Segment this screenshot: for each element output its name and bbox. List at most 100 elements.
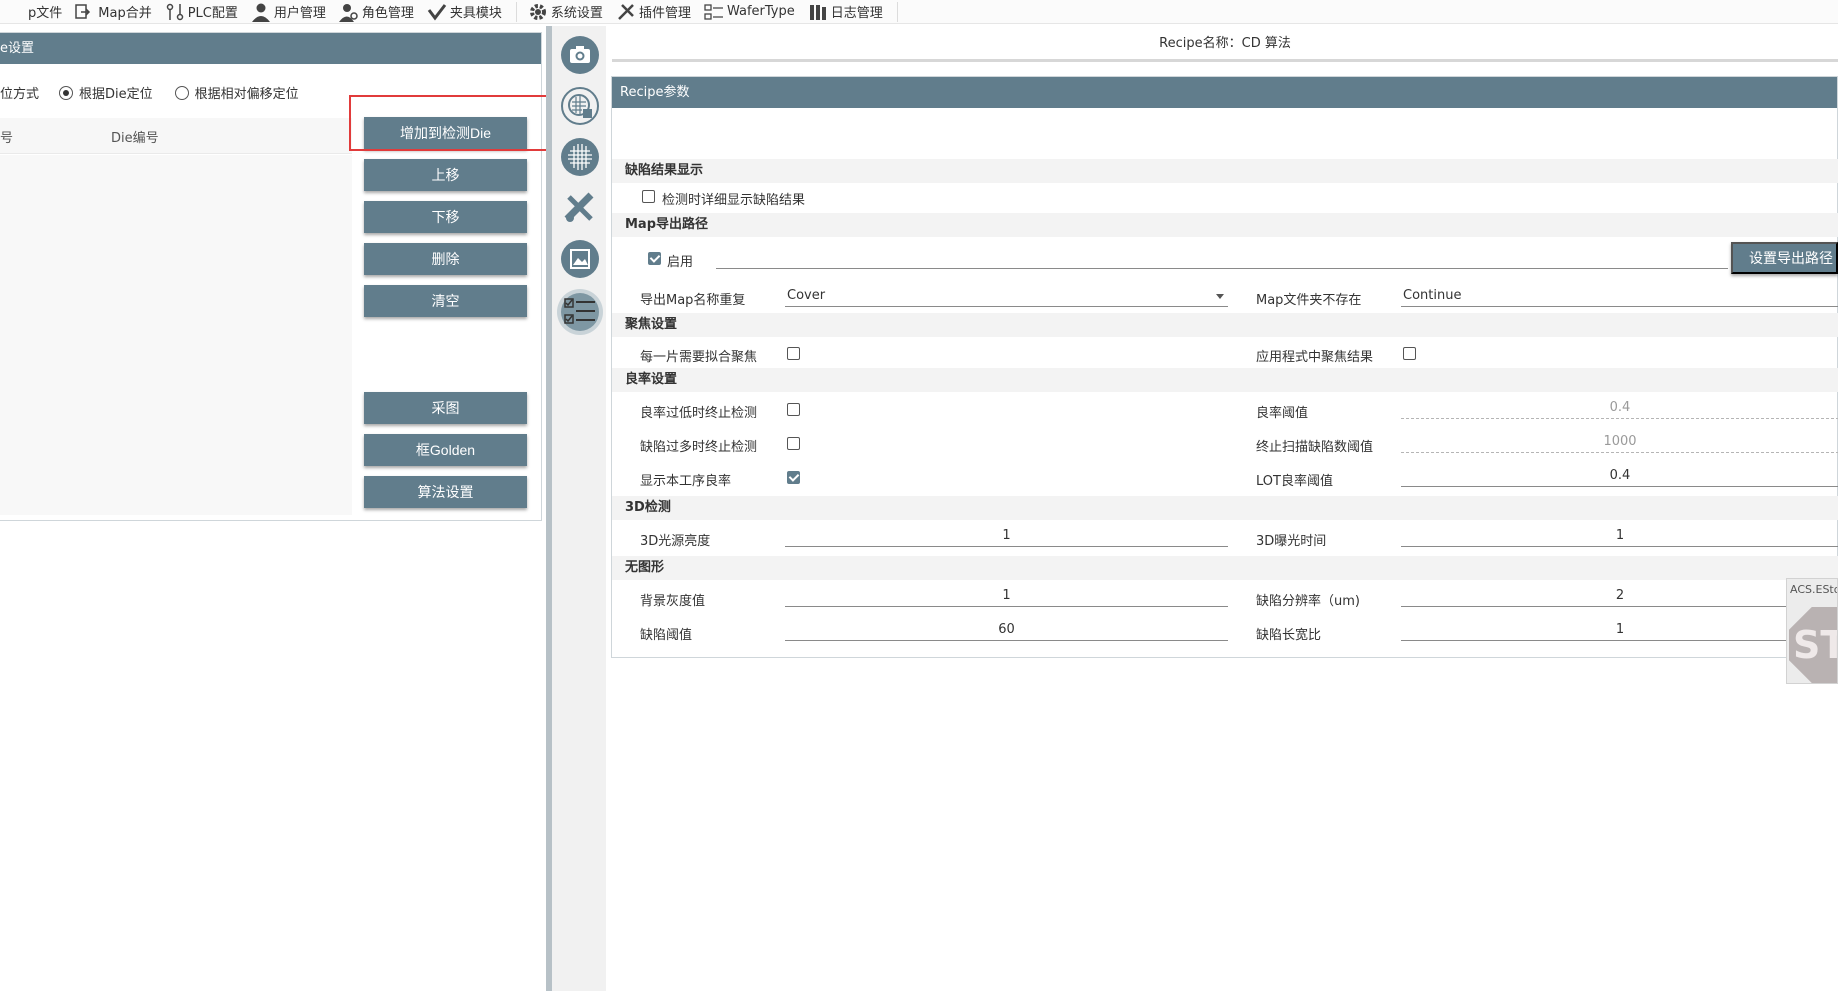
yield-threshold-label: 良率阈值 xyxy=(1256,406,1309,421)
toolbar-system-settings[interactable]: 系统设置 xyxy=(523,0,611,23)
focus-each-wafer-checkbox[interactable] xyxy=(787,347,800,360)
map-folder-missing-label: Map文件夹不存在 xyxy=(1256,293,1362,308)
enable-export-label: 启用 xyxy=(667,255,694,270)
lot-yield-threshold-field[interactable]: 0.4 xyxy=(1401,465,1838,487)
background-gray-field[interactable]: 1 xyxy=(785,585,1228,607)
wafer-type-icon xyxy=(703,1,725,23)
tools-icon[interactable] xyxy=(561,189,599,227)
exposure-time-field[interactable]: 1 xyxy=(1401,525,1838,547)
main-toolbar: p文件 Map合并 PLC配置 用户管理 角色管理 夹具模块 系统设置 插件管理… xyxy=(0,0,1838,24)
low-yield-stop-label: 良率过低时终止检测 xyxy=(640,406,758,421)
fixture-icon xyxy=(426,1,448,23)
toolbar-map-merge[interactable]: Map合并 xyxy=(70,0,159,23)
set-export-path-button[interactable]: 设置导出路径 xyxy=(1731,242,1838,274)
defect-threshold-field[interactable]: 60 xyxy=(785,619,1228,641)
map-name-duplicate-label: 导出Map名称重复 xyxy=(640,293,746,308)
show-yield-label: 显示本工序良率 xyxy=(640,474,732,489)
stop-sign-icon[interactable]: STO xyxy=(1789,607,1837,683)
frame-golden-button[interactable]: 框Golden xyxy=(364,434,527,466)
radio-offset-position[interactable] xyxy=(174,85,189,100)
show-yield-checkbox[interactable] xyxy=(787,471,800,484)
section-focus: 聚焦设置 xyxy=(612,313,1838,337)
recipe-name-title: Recipe名称：CD 算法 xyxy=(612,26,1838,62)
log-icon xyxy=(807,1,829,23)
move-up-button[interactable]: 上移 xyxy=(364,159,527,191)
open-file-icon xyxy=(4,1,26,23)
radio-offset-position-label[interactable]: 根据相对偏移定位 xyxy=(195,83,299,102)
wafer-scan-icon[interactable] xyxy=(561,87,599,125)
stop-widget-caption: ACS.ESto xyxy=(1790,583,1838,596)
col-index-header: 号 xyxy=(0,131,14,146)
col-die-header: Die编号 xyxy=(111,131,159,146)
detail-defect-checkbox[interactable] xyxy=(642,190,655,203)
toolbar-log-manage[interactable]: 日志管理 xyxy=(803,0,891,23)
section-yield: 良率设置 xyxy=(612,368,1838,392)
defect-resolution-field[interactable]: 2 xyxy=(1401,585,1838,607)
toolbar-plugin-manage[interactable]: 插件管理 xyxy=(611,0,699,23)
role-icon xyxy=(338,1,360,23)
die-table-header: 号 Die编号 xyxy=(0,118,352,154)
recipe-params-header: Recipe参数 xyxy=(612,77,1837,108)
defect-threshold-label: 缺陷阈值 xyxy=(640,628,693,643)
many-defect-stop-checkbox[interactable] xyxy=(787,437,800,450)
section-3d: 3D检测 xyxy=(612,496,1838,520)
map-name-duplicate-value: Cover xyxy=(787,288,826,303)
checklist-icon[interactable] xyxy=(561,293,599,331)
move-down-button[interactable]: 下移 xyxy=(364,201,527,233)
position-mode-label: 位方式 xyxy=(0,87,40,102)
defect-resolution-label: 缺陷分辨率（um) xyxy=(1256,594,1360,609)
yield-threshold-field[interactable]: 0.4 xyxy=(1401,397,1838,419)
emergency-stop-widget[interactable]: ACS.ESto STO xyxy=(1786,578,1838,684)
plc-icon xyxy=(164,1,186,23)
plugin-icon xyxy=(615,1,637,23)
light-brightness-field[interactable]: 1 xyxy=(785,525,1228,547)
lot-yield-threshold-label: LOT良率阈值 xyxy=(1256,474,1333,489)
map-folder-missing-value: Continue xyxy=(1403,288,1462,303)
stop-scan-threshold-label: 终止扫描缺陷数阈值 xyxy=(1256,440,1374,455)
chevron-down-icon xyxy=(1216,294,1224,299)
die-table-body[interactable] xyxy=(0,155,352,515)
map-name-duplicate-select[interactable]: Cover xyxy=(785,285,1228,307)
toolbar-role-manage[interactable]: 角色管理 xyxy=(334,0,422,23)
user-icon xyxy=(250,1,272,23)
highlight-annotation-box xyxy=(349,95,555,151)
background-gray-label: 背景灰度值 xyxy=(640,594,706,609)
defect-aspect-ratio-field[interactable]: 1 xyxy=(1401,619,1838,641)
delete-button[interactable]: 删除 xyxy=(364,243,527,275)
toolbar-separator-end xyxy=(896,1,898,22)
focus-each-wafer-label: 每一片需要拟合聚焦 xyxy=(640,350,758,365)
map-folder-missing-select[interactable]: Continue xyxy=(1401,285,1838,307)
toolbar-open-file[interactable]: p文件 xyxy=(0,0,70,23)
stop-scan-threshold-field[interactable]: 1000 xyxy=(1401,431,1838,453)
light-brightness-label: 3D光源亮度 xyxy=(640,534,711,549)
toolbar-wafer-type[interactable]: WaferType xyxy=(699,0,803,23)
recipe-params-panel: Recipe参数 缺陷结果显示 检测时详细显示缺陷结果 Map导出路径 启用 导… xyxy=(611,76,1838,658)
gear-icon xyxy=(527,1,549,23)
grid-icon[interactable] xyxy=(561,138,599,176)
enable-export-checkbox[interactable] xyxy=(648,252,661,265)
image-icon[interactable] xyxy=(561,240,599,278)
algorithm-settings-button[interactable]: 算法设置 xyxy=(364,476,527,508)
toolbar-separator xyxy=(515,1,517,22)
toolbar-plc-config[interactable]: PLC配置 xyxy=(160,0,246,23)
export-path-field[interactable] xyxy=(716,247,1728,269)
apply-focus-label: 应用程式中聚焦结果 xyxy=(1256,350,1374,365)
toolbar-user-manage[interactable]: 用户管理 xyxy=(246,0,334,23)
capture-image-button[interactable]: 采图 xyxy=(364,392,527,424)
position-mode-group: 位方式 根据Die定位 根据相对偏移定位 xyxy=(0,83,299,102)
radio-die-position-label[interactable]: 根据Die定位 xyxy=(79,83,153,102)
map-merge-icon xyxy=(74,1,96,23)
detail-defect-label: 检测时详细显示缺陷结果 xyxy=(662,193,806,208)
low-yield-stop-checkbox[interactable] xyxy=(787,403,800,416)
camera-icon[interactable] xyxy=(561,36,599,74)
section-defect-display: 缺陷结果显示 xyxy=(612,159,1838,183)
section-no-pattern: 无图形 xyxy=(612,556,1838,580)
defect-aspect-ratio-label: 缺陷长宽比 xyxy=(1256,628,1322,643)
exposure-time-label: 3D曝光时间 xyxy=(1256,534,1327,549)
section-map-export: Map导出路径 xyxy=(612,213,1838,237)
clear-button[interactable]: 清空 xyxy=(364,285,527,317)
toolbar-fixture-module[interactable]: 夹具模块 xyxy=(422,0,510,23)
radio-die-position[interactable] xyxy=(59,85,74,100)
die-settings-header: e设置 xyxy=(0,33,541,64)
apply-focus-checkbox[interactable] xyxy=(1403,347,1416,360)
